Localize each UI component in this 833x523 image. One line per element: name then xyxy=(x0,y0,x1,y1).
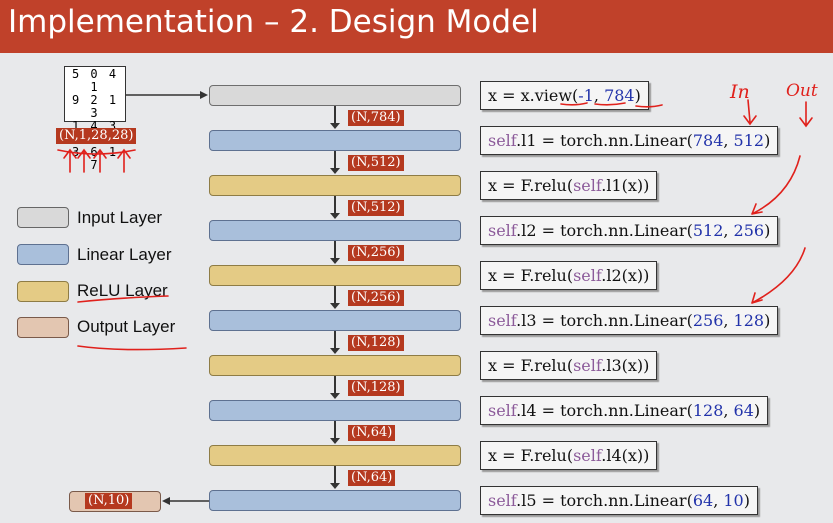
ink-annotations: In Out xyxy=(57,81,818,351)
ink-underline-view xyxy=(560,102,588,106)
annotation-overlay: In Out xyxy=(57,81,818,505)
ink-curve-arrow-2 xyxy=(751,247,806,304)
ink-underline-minus1 xyxy=(594,102,626,106)
ink-curve-arrow-1 xyxy=(751,155,801,215)
ink-underline-784 xyxy=(635,104,663,108)
ink-out-arrow xyxy=(799,101,813,128)
output-connector xyxy=(162,497,209,505)
ink-up-arrow xyxy=(117,148,131,173)
ink-underline-output xyxy=(77,345,187,351)
ink-label-in: In xyxy=(729,81,750,103)
ink-underline-relu xyxy=(77,295,169,303)
ink-label-out: Out xyxy=(786,81,818,101)
input-connector xyxy=(126,91,208,99)
ink-in-arrow xyxy=(743,99,757,126)
